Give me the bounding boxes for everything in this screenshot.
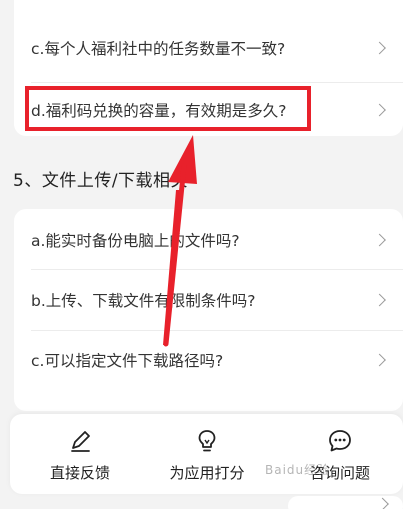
feedback-button[interactable]: 直接反馈	[30, 414, 130, 494]
pencil-icon	[71, 431, 90, 452]
chevron-right-icon	[376, 497, 389, 509]
rate-app-label: 为应用打分	[169, 464, 245, 482]
rate-app-button[interactable]: 为应用打分	[157, 414, 257, 494]
next-card-peek	[288, 496, 403, 509]
lightbulb-icon	[198, 430, 216, 452]
consult-button[interactable]: 咨询问题	[290, 414, 390, 494]
watermark: Baidu经验	[265, 463, 331, 477]
bottom-action-bar: 直接反馈 为应用打分 咨询问题	[10, 414, 403, 494]
feedback-label: 直接反馈	[49, 464, 110, 482]
chat-bubble-icon	[329, 430, 351, 452]
